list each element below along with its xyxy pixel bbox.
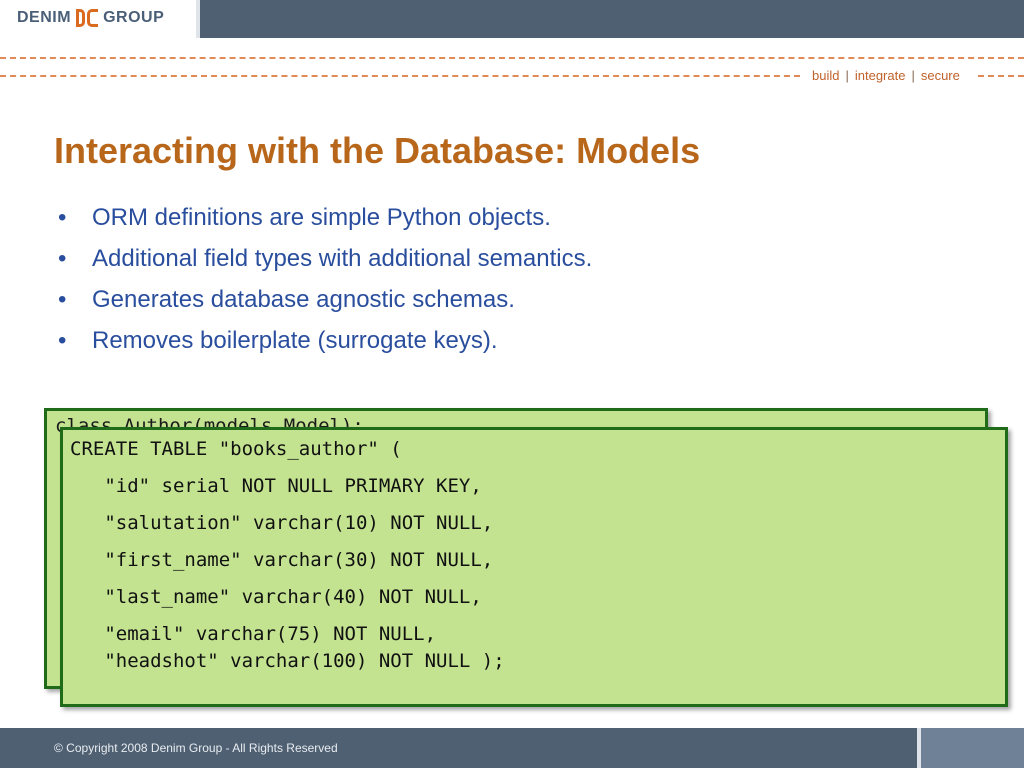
dashed-rule-end (978, 75, 1024, 77)
bullet-dot: • (58, 327, 67, 354)
dg-logo-icon (76, 9, 99, 27)
copyright-text: © Copyright 2008 Denim Group - All Right… (54, 741, 338, 755)
sql-code-line: CREATE TABLE "books_author" ( (70, 438, 402, 460)
bullet-text: ORM definitions are simple Python object… (92, 204, 551, 231)
bullet-item: • Removes boilerplate (surrogate keys). (54, 327, 592, 368)
logo-text-right: GROUP (103, 9, 165, 26)
sql-code-line: "email" varchar(75) NOT NULL, (70, 623, 437, 645)
tagline-integrate: integrate (854, 68, 906, 83)
tagline-separator: | (845, 68, 849, 83)
bullet-item: • ORM definitions are simple Python objec… (54, 204, 592, 245)
sql-code-line: "first_name" varchar(30) NOT NULL, (70, 549, 494, 571)
dashed-rule-bottom (0, 75, 800, 77)
bullet-dot: • (58, 245, 67, 272)
sql-code-line: "last_name" varchar(40) NOT NULL, (70, 586, 482, 608)
logo-area: DENIM GROUP (0, 0, 196, 38)
tagline-build: build (812, 68, 840, 83)
sql-code-line: "headshot" varchar(100) NOT NULL ); (70, 650, 505, 672)
sql-code-lines: CREATE TABLE "books_author" ( "id" seria… (70, 438, 505, 687)
tagline-separator: | (911, 68, 915, 83)
tagline: build | integrate | secure (812, 68, 960, 83)
bullet-text: Removes boilerplate (surrogate keys). (92, 327, 498, 354)
sql-code-line: "salutation" varchar(10) NOT NULL, (70, 512, 494, 534)
dashed-rule-top (0, 57, 1024, 59)
sql-code-box: CREATE TABLE "books_author" ( "id" seria… (60, 427, 1008, 707)
slide-title: Interacting with the Database: Models (54, 130, 701, 171)
denim-group-logo: DENIM GROUP (17, 9, 164, 27)
bullet-text: Generates database agnostic schemas. (92, 286, 515, 313)
logo-text-left: DENIM (17, 9, 72, 26)
bullet-item: • Generates database agnostic schemas. (54, 286, 592, 327)
bullet-item: • Additional field types with additional … (54, 245, 592, 286)
bullet-list: • ORM definitions are simple Python objec… (54, 204, 592, 368)
footer-accent (921, 728, 1024, 768)
bullet-dot: • (58, 204, 67, 231)
header-divider (196, 0, 200, 38)
tagline-secure: secure (920, 68, 960, 83)
sql-code-line: "id" serial NOT NULL PRIMARY KEY, (70, 475, 482, 497)
bullet-text: Additional field types with additional s… (92, 245, 593, 272)
bullet-dot: • (58, 286, 67, 313)
